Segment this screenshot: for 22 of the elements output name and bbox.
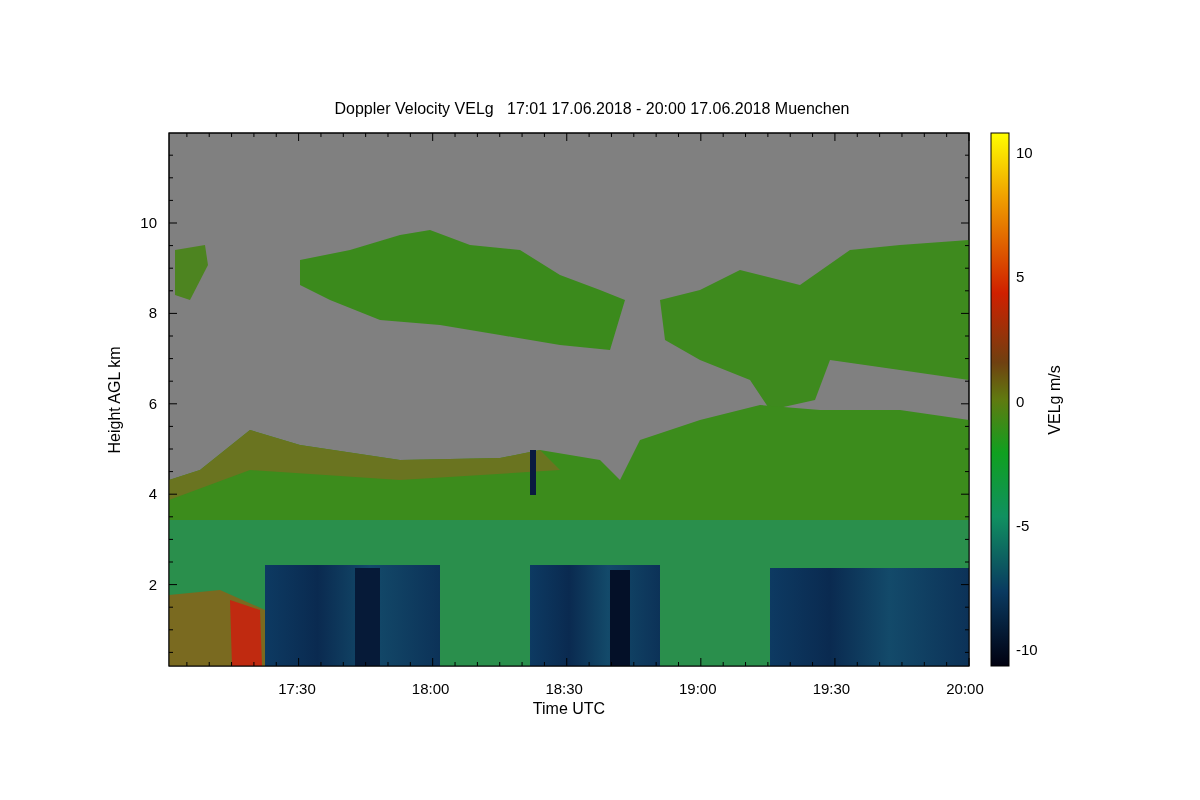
colorbar-label: VELg m/s xyxy=(1046,365,1063,435)
colorbar-tick-label: 10 xyxy=(1016,144,1033,161)
x-tick-label: 19:30 xyxy=(812,680,851,697)
x-tick-label: 17:30 xyxy=(278,680,316,697)
y-tick-label: 6 xyxy=(148,394,157,412)
y-tick-label: 2 xyxy=(148,575,157,593)
x-tick-label: 18:00 xyxy=(411,680,450,697)
cloud-echo xyxy=(175,245,208,300)
x-axis-label: Time UTC xyxy=(532,700,606,717)
colorbar-tick-label: 5 xyxy=(1016,268,1025,286)
y-tick-label: 10 xyxy=(140,214,157,231)
rain-streak xyxy=(530,450,536,495)
colorbar-tick-label: 0 xyxy=(1016,392,1025,410)
y-tick-label: 8 xyxy=(148,304,157,322)
x-tick-label: 20:00 xyxy=(946,680,984,697)
y-axis-label: Height AGL km xyxy=(106,346,123,454)
colorbar-tick-label: -10 xyxy=(1016,641,1038,659)
x-tick-label: 19:00 xyxy=(679,680,717,697)
x-tick-label: 18:30 xyxy=(545,680,583,697)
chart-title: Doppler Velocity VELg 17:01 17.06.2018 - 20:00 17.06.2018 Muenchen xyxy=(334,100,850,117)
colorbar-tick-label: -5 xyxy=(1016,516,1030,534)
y-tick-label: 4 xyxy=(148,485,157,503)
